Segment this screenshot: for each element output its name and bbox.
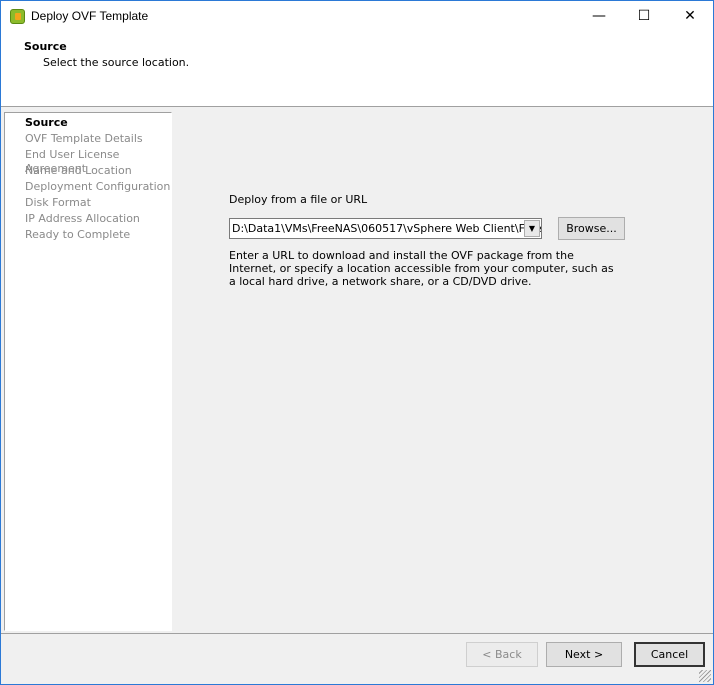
source-field-label: Deploy from a file or URL — [229, 193, 368, 206]
page-subtitle: Select the source location. — [43, 56, 190, 69]
page-title: Source — [24, 40, 67, 53]
minimize-button[interactable]: — — [576, 1, 622, 32]
window-title: Deploy OVF Template — [31, 9, 149, 23]
back-button[interactable]: < Back — [466, 642, 538, 667]
source-path-combobox[interactable]: D:\Data1\VMs\FreeNAS\060517\vSphere Web … — [229, 218, 542, 239]
footer-divider — [1, 633, 713, 634]
help-text: Enter a URL to download and install the … — [229, 249, 614, 288]
deploy-ovf-window: Deploy OVF Template — ☐ ✕ Source Select … — [0, 0, 714, 685]
step-eula: End User License Agreement — [25, 148, 120, 175]
wizard-steps: Source OVF Template Details End User Lic… — [4, 112, 172, 631]
step-source: Source — [25, 116, 68, 129]
title-bar: Deploy OVF Template — ☐ ✕ — [1, 1, 713, 32]
step-deployment-configuration: Deployment Configuration — [25, 180, 171, 193]
next-button[interactable]: Next > — [546, 642, 622, 667]
step-disk-format: Disk Format — [25, 196, 91, 209]
step-ip-allocation: IP Address Allocation — [25, 212, 140, 225]
step-ready-to-complete: Ready to Complete — [25, 228, 131, 241]
chevron-down-icon[interactable]: ▼ — [524, 220, 540, 237]
close-button[interactable]: ✕ — [667, 1, 713, 32]
cancel-button[interactable]: Cancel — [634, 642, 705, 667]
wizard-header: Source Select the source location. — [1, 32, 713, 107]
step-ovf-template-details: OVF Template Details — [25, 132, 143, 145]
maximize-button[interactable]: ☐ — [621, 1, 667, 32]
source-path-value[interactable]: D:\Data1\VMs\FreeNAS\060517\vSphere Web … — [232, 222, 541, 235]
vsphere-app-icon — [10, 9, 25, 24]
resize-grip-icon[interactable] — [699, 670, 711, 682]
step-name-location: Name and Location — [25, 164, 132, 177]
browse-button[interactable]: Browse... — [558, 217, 625, 240]
